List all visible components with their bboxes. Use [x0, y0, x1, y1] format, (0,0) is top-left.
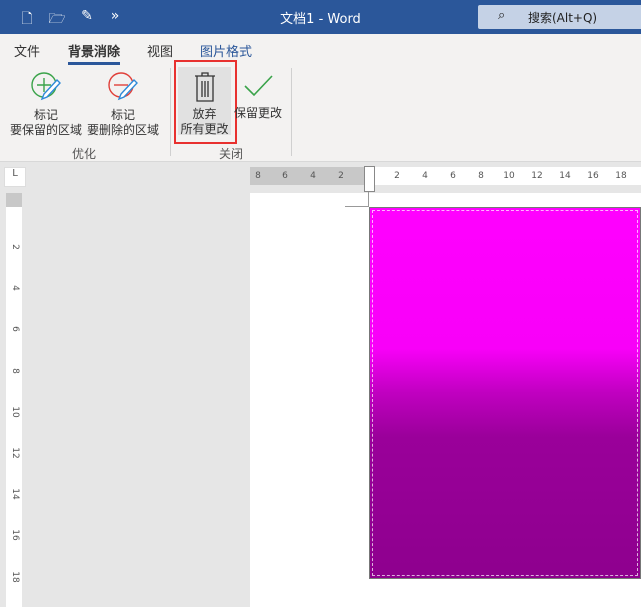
- vertical-ruler[interactable]: 2 4 6 8 10 12 14 16 18: [6, 193, 22, 607]
- title-bar: 🗋 🗁 ✎ » 文档1 - Word ⌕ 搜索(Alt+Q): [0, 0, 641, 34]
- mark-remove-label-1: 标记: [110, 108, 135, 122]
- ruler-tick-label: 4: [10, 285, 20, 292]
- ruler-tick-label: 8: [478, 171, 484, 181]
- ribbon: 文件 背景消除 视图 图片格式 标记 要保留的区域 标记 要删除的区域 优化 放…: [0, 34, 641, 162]
- ruler-tick-label: 18: [615, 171, 627, 181]
- ruler-tick-label: 2: [338, 171, 344, 181]
- ruler-tick-label: 14: [559, 171, 571, 181]
- ruler-tick-label: 6: [450, 171, 456, 181]
- tab-view[interactable]: 视图: [147, 41, 173, 60]
- search-icon: ⌕: [498, 8, 506, 23]
- margin-mark: [345, 206, 369, 207]
- divider: [291, 68, 292, 156]
- keep-changes-label: 保留更改: [233, 106, 282, 120]
- mark-keep-label-1: 标记: [33, 108, 58, 122]
- mark-keep-label-2: 要保留的区域: [9, 123, 82, 137]
- ruler-tick-label: 16: [10, 529, 20, 542]
- checkmark-icon: [244, 75, 273, 97]
- ruler-tick-label: 14: [10, 488, 20, 500]
- tab-stop-selector[interactable]: L: [4, 167, 26, 187]
- group-label-close: 关闭: [219, 147, 244, 161]
- keep-changes-button[interactable]: 保留更改: [233, 72, 283, 121]
- ruler-tick-label: 4: [310, 171, 316, 181]
- horizontal-ruler[interactable]: 8 6 4 2 2 4 6 8 10 12 14 16 18: [250, 167, 641, 185]
- tab-file[interactable]: 文件: [14, 41, 40, 60]
- mark-keep-button[interactable]: 标记 要保留的区域: [6, 70, 86, 138]
- group-label-refine: 优化: [72, 147, 97, 161]
- ruler-tick-label: 6: [282, 171, 288, 181]
- indent-marker[interactable]: [364, 166, 375, 192]
- mark-remove-icon: [108, 72, 138, 101]
- ruler-tick-label: 10: [503, 171, 515, 181]
- selected-picture[interactable]: [369, 207, 641, 579]
- mark-keep-icon: [31, 72, 61, 101]
- ruler-tick-label: 12: [531, 171, 543, 181]
- ruler-tick-label: 8: [10, 367, 20, 374]
- search-box[interactable]: ⌕ 搜索(Alt+Q): [478, 5, 641, 29]
- ruler-tick-label: 4: [422, 171, 428, 181]
- tab-remove-background[interactable]: 背景消除: [68, 41, 121, 65]
- ruler-tick-label: 2: [394, 171, 400, 181]
- mark-remove-button[interactable]: 标记 要删除的区域: [84, 70, 162, 138]
- highlight-box: [174, 60, 237, 144]
- divider: [170, 68, 171, 156]
- ruler-tick-label: 8: [255, 171, 261, 181]
- ruler-tick-label: 10: [10, 406, 20, 418]
- ruler-tick-label: 12: [10, 447, 20, 459]
- ruler-tick-label: 16: [587, 171, 599, 181]
- tab-picture-format[interactable]: 图片格式: [200, 41, 252, 60]
- mark-remove-label-2: 要删除的区域: [86, 123, 159, 137]
- ruler-tick-label: 2: [10, 244, 20, 250]
- ruler-tick-label: 6: [10, 326, 20, 333]
- ruler-tick-label: 18: [10, 570, 20, 583]
- search-placeholder: 搜索(Alt+Q): [528, 11, 598, 25]
